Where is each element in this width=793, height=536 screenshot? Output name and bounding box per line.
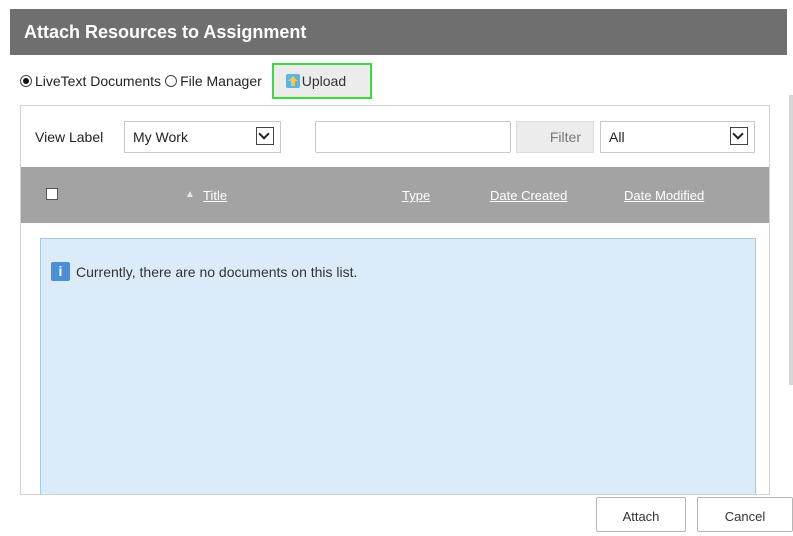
upload-arrow-icon <box>285 74 300 88</box>
sort-up-icon: ▲ <box>185 189 195 200</box>
filter-button[interactable]: Filter <box>516 121 594 153</box>
chevron-down-icon[interactable] <box>256 127 274 145</box>
dialog-title: Attach Resources to Assignment <box>10 9 787 55</box>
file-manager-radio-label[interactable]: File Manager <box>180 73 262 89</box>
livetext-radio[interactable] <box>20 75 32 87</box>
view-label-text: View Label <box>35 129 104 145</box>
chevron-down-icon[interactable] <box>730 127 748 145</box>
view-select[interactable]: My Work <box>124 121 281 153</box>
table-header: ▲ Title Type Date Created Date Modified <box>21 167 769 223</box>
info-icon: i <box>51 262 70 281</box>
filter-search-input[interactable] <box>315 121 511 153</box>
upload-button[interactable]: Upload <box>271 63 372 99</box>
empty-state-message: Currently, there are no documents on thi… <box>76 264 358 280</box>
column-header-date-created[interactable]: Date Created <box>490 188 567 203</box>
source-selector: LiveText Documents File Manager Upload <box>20 62 372 100</box>
file-manager-radio[interactable] <box>165 75 178 87</box>
cancel-button[interactable]: Cancel <box>697 497 793 532</box>
view-select-value: My Work <box>133 129 188 145</box>
column-header-date-modified[interactable]: Date Modified <box>624 188 704 203</box>
documents-panel: View Label My Work Filter All ▲ Title Ty… <box>20 105 770 495</box>
column-header-type[interactable]: Type <box>402 188 430 203</box>
livetext-radio-label[interactable]: LiveText Documents <box>35 73 161 89</box>
column-header-title[interactable]: Title <box>203 188 227 203</box>
empty-state-box: i Currently, there are no documents on t… <box>40 238 756 494</box>
attach-button[interactable]: Attach <box>596 497 686 532</box>
upload-button-label: Upload <box>301 73 347 89</box>
select-all-checkbox[interactable] <box>46 188 58 200</box>
type-select[interactable]: All <box>600 121 755 153</box>
scrollbar[interactable] <box>789 95 793 385</box>
list-toolbar: View Label My Work Filter All <box>21 106 769 166</box>
type-select-value: All <box>609 129 625 145</box>
